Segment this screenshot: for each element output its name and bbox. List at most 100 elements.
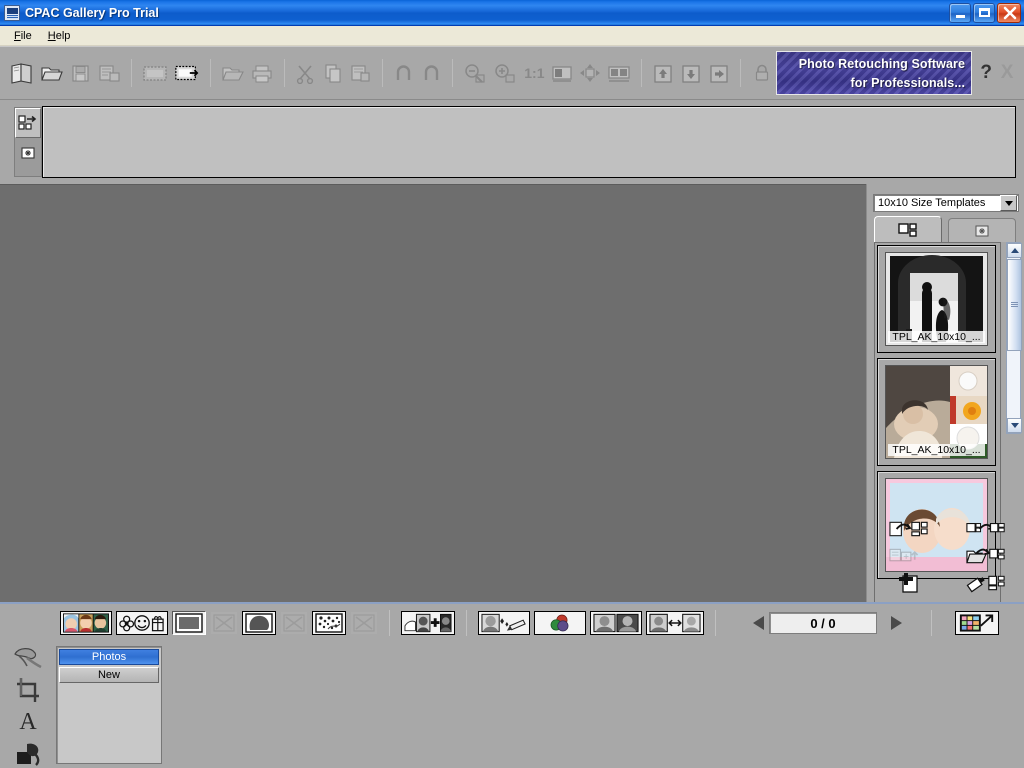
scroll-down-button[interactable] (1007, 418, 1022, 433)
list-item-photos[interactable]: Photos (59, 649, 159, 665)
zoom-out-button[interactable] (463, 60, 487, 86)
fit-page-button[interactable] (551, 60, 573, 86)
close-icon (1003, 6, 1017, 19)
swap-layout-icon (965, 523, 1005, 533)
export-layout-button[interactable] (888, 545, 929, 567)
application-window: CPAC Gallery Pro Trial File Help 1:1 Pho… (0, 0, 1024, 768)
sparkle-icon (975, 225, 989, 236)
arrow-right-box-icon (710, 64, 728, 83)
template-category-value: 10x10 Size Templates (878, 197, 986, 209)
zoom-out-icon (465, 63, 486, 83)
swap-photos-icon (649, 613, 701, 633)
promo-line-2: for Professionals... (850, 76, 966, 90)
new-page-button[interactable] (889, 572, 929, 594)
tab-effects[interactable] (948, 218, 1016, 242)
next-page-button[interactable] (885, 612, 907, 634)
template-category-select[interactable]: 10x10 Size Templates (873, 194, 1019, 212)
bottom-area: A Photos New (0, 642, 1024, 768)
filmstrip-icon (142, 66, 167, 81)
list-item-new[interactable]: New (59, 667, 159, 683)
frame-delete-button[interactable] (210, 611, 238, 635)
previous-page-button[interactable] (747, 612, 769, 634)
scroll-thumb[interactable] (1007, 259, 1022, 351)
undo-button[interactable] (393, 60, 415, 86)
source-list-panel[interactable]: Photos New (56, 646, 162, 764)
fit-page-icon (552, 65, 572, 82)
text-tool[interactable]: A (8, 706, 48, 738)
brush-tool[interactable] (8, 642, 48, 674)
solid-frame-icon (175, 613, 203, 633)
palette-grid-button[interactable] (955, 611, 999, 635)
title-bar: CPAC Gallery Pro Trial (0, 0, 1024, 26)
print-button[interactable] (251, 60, 274, 86)
new-book-button[interactable] (10, 60, 34, 86)
photos-view-button[interactable] (60, 611, 112, 635)
close-button[interactable] (997, 2, 1021, 23)
import-button[interactable] (221, 60, 245, 86)
save-as-button[interactable] (98, 60, 121, 86)
close-doc-button[interactable]: X (996, 62, 1018, 84)
cut-button[interactable] (295, 60, 317, 86)
bottom-toolbar: 0 / 0 (0, 602, 1024, 642)
retouch-button[interactable] (478, 611, 530, 635)
zoom-in-button[interactable] (493, 60, 517, 86)
book-icon (11, 63, 32, 84)
tab-templates[interactable] (874, 216, 942, 242)
template-scrollbar[interactable] (1006, 242, 1022, 434)
maximize-button[interactable] (973, 2, 995, 23)
replace-layout-button[interactable] (965, 518, 1006, 540)
add-page-icon (898, 573, 918, 593)
mask-button[interactable] (242, 611, 276, 635)
fill-layout-button[interactable] (966, 572, 1006, 594)
swap-button[interactable] (646, 611, 704, 635)
fit-width-button[interactable] (607, 60, 631, 86)
clipart-view-button[interactable] (116, 611, 168, 635)
arrow-down-box-icon (682, 64, 700, 83)
layout-grid-icon (898, 222, 917, 237)
menu-item-file[interactable]: File (6, 28, 40, 44)
save-button[interactable] (70, 60, 92, 86)
bottom-toolbar-separator (715, 610, 716, 636)
scroll-up-button[interactable] (1007, 243, 1022, 258)
add-template-to-page-button[interactable] (888, 518, 929, 540)
compare-button[interactable] (590, 611, 642, 635)
page-view-button[interactable] (142, 60, 168, 86)
frame-button[interactable] (172, 611, 206, 635)
chevron-down-icon[interactable] (1000, 195, 1017, 211)
mask-delete-button[interactable] (280, 611, 308, 635)
zoom-actual-button[interactable]: 1:1 (523, 60, 545, 86)
shape-tool[interactable] (8, 738, 48, 768)
scissors-icon (297, 64, 314, 84)
minimize-button[interactable] (949, 2, 971, 23)
template-card[interactable]: TPL_AK_10x10_... (877, 245, 996, 353)
lock-icon (756, 64, 769, 81)
arrow-up-box-icon (654, 64, 672, 83)
copy-button[interactable] (322, 60, 344, 86)
paste-button[interactable] (350, 60, 372, 86)
move-right-button[interactable] (708, 60, 730, 86)
redo-button[interactable] (421, 60, 443, 86)
color-adjust-button[interactable] (534, 611, 586, 635)
menu-item-help[interactable]: Help (40, 28, 79, 44)
texture-delete-button[interactable] (350, 611, 378, 635)
lock-button[interactable] (751, 60, 773, 86)
open-button[interactable] (40, 60, 64, 86)
help-button[interactable]: ? (976, 62, 996, 84)
toolbar-separator (740, 59, 742, 87)
pages-tab[interactable] (15, 108, 41, 138)
color-balls-icon (550, 614, 569, 632)
add-photo-button[interactable] (401, 611, 455, 635)
page-thumbnail-area[interactable] (42, 106, 1016, 178)
move-up-button[interactable] (652, 60, 674, 86)
template-card[interactable]: TPL_AK_10x10_... (877, 358, 996, 466)
toolbar-separator (452, 59, 454, 87)
texture-button[interactable] (312, 611, 346, 635)
open-layout-button[interactable] (965, 545, 1006, 567)
crop-tool[interactable] (8, 674, 48, 706)
effects-tab[interactable] (15, 138, 41, 168)
page-strip-panel (0, 100, 1024, 184)
canvas-area[interactable] (0, 184, 866, 602)
pan-button[interactable] (579, 60, 601, 86)
move-down-button[interactable] (680, 60, 702, 86)
spread-view-button[interactable] (174, 60, 200, 86)
